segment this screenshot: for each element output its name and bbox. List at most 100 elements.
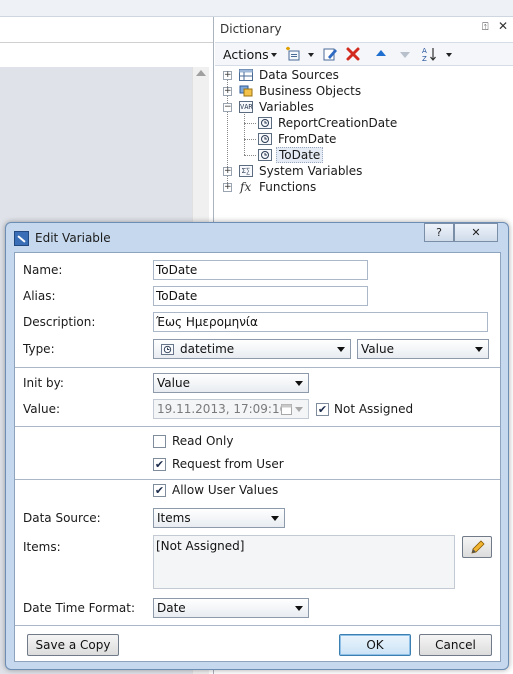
dialog-close-button[interactable]: ✕: [454, 223, 498, 242]
chevron-down-icon: [295, 606, 303, 611]
items-label: Items:: [23, 540, 61, 554]
data-source-label: Data Source:: [23, 511, 101, 525]
type-kind-select[interactable]: Value: [357, 339, 489, 359]
scroll-up-arrow-icon[interactable]: [196, 70, 206, 76]
move-up-icon[interactable]: [373, 46, 389, 62]
type-kind-value: Value: [361, 342, 394, 356]
dialog-app-icon: [14, 231, 29, 246]
date-time-format-select[interactable]: Date: [153, 598, 309, 618]
chevron-down-icon: [271, 516, 279, 521]
sort-icon[interactable]: A Z: [421, 46, 437, 62]
sort-dropdown-icon[interactable]: [446, 53, 452, 57]
business-objects-icon: [239, 85, 253, 97]
chevron-down-icon: [295, 407, 303, 412]
description-label: Description:: [23, 315, 96, 329]
save-a-copy-button[interactable]: Save a Copy: [27, 634, 119, 656]
separator: [15, 367, 500, 368]
dialog-title: Edit Variable: [35, 231, 111, 245]
delete-icon[interactable]: [345, 46, 361, 62]
type-select[interactable]: datetime: [153, 339, 351, 359]
tree-item-label: ToDate: [276, 147, 324, 163]
type-label: Type:: [23, 342, 55, 356]
date-time-format-value: Date: [157, 601, 186, 615]
tree-item-label: Data Sources: [259, 68, 339, 82]
functions-icon: fx: [240, 180, 252, 194]
read-only-label: Read Only: [172, 434, 234, 448]
edit-icon[interactable]: [322, 46, 338, 62]
not-assigned-label: Not Assigned: [334, 402, 414, 416]
close-icon[interactable]: ✕: [498, 19, 508, 33]
top-strip: [0, 0, 513, 17]
data-source-select[interactable]: Items: [153, 508, 285, 528]
svg-text:Z: Z: [422, 55, 427, 62]
chevron-down-icon: [295, 381, 303, 386]
chevron-down-icon: [475, 347, 483, 352]
init-by-label: Init by:: [23, 376, 64, 390]
expand-icon[interactable]: +: [223, 183, 232, 192]
read-only-checkbox[interactable]: [153, 435, 166, 448]
dialog-titlebar[interactable]: Edit Variable ? ✕: [6, 223, 508, 251]
tree-line: [244, 123, 256, 124]
separator: [15, 625, 500, 626]
tree-line: [244, 139, 256, 140]
init-by-select[interactable]: Value: [153, 373, 309, 393]
chevron-down-icon: [337, 347, 345, 352]
type-select-value: datetime: [180, 342, 235, 356]
value-datetime-value: 19.11.2013, 17:09:16: [157, 402, 288, 416]
cancel-button[interactable]: Cancel: [419, 634, 492, 656]
tree-line: [244, 111, 245, 155]
value-datetime-picker[interactable]: 19.11.2013, 17:09:16: [153, 399, 309, 419]
data-source-value: Items: [157, 511, 191, 525]
variable-clock-icon: [258, 133, 272, 145]
alias-input[interactable]: ToDate: [153, 286, 368, 306]
value-label: Value:: [23, 402, 60, 416]
edit-items-button[interactable]: [462, 536, 492, 558]
svg-text:A: A: [422, 47, 427, 55]
designer-header: [0, 17, 213, 43]
new-item-icon[interactable]: [285, 46, 301, 62]
calendar-icon: [281, 404, 292, 415]
expand-icon[interactable]: +: [223, 71, 232, 80]
actions-menu[interactable]: Actions: [223, 47, 269, 62]
init-by-value: Value: [157, 376, 190, 390]
datasource-icon: [239, 69, 253, 81]
date-time-format-label: Date Time Format:: [23, 601, 136, 615]
name-input[interactable]: ToDate: [153, 260, 368, 280]
description-input[interactable]: Έως Ημερομηνία: [153, 312, 488, 332]
actions-dropdown-icon[interactable]: [271, 53, 277, 57]
request-from-user-checkbox[interactable]: ✔: [153, 458, 166, 471]
tree-item-label: FromDate: [278, 132, 337, 146]
separator: [15, 479, 500, 480]
separator: [15, 426, 500, 427]
expand-icon[interactable]: +: [223, 167, 232, 176]
pencil-icon: [471, 540, 485, 554]
tree-item-label: System Variables: [259, 164, 363, 178]
help-button[interactable]: ?: [424, 223, 454, 242]
collapse-icon[interactable]: −: [223, 103, 232, 112]
pin-icon[interactable]: ⍐: [482, 20, 489, 34]
tree-item-label: Business Objects: [259, 84, 362, 98]
allow-user-values-label: Allow User Values: [172, 483, 279, 497]
tree-item-label: ReportCreationDate: [278, 116, 398, 130]
request-from-user-label: Request from User: [172, 457, 284, 471]
ok-button[interactable]: OK: [339, 634, 411, 656]
dictionary-title: Dictionary: [220, 22, 282, 36]
variable-clock-icon: [258, 117, 272, 129]
variables-icon: VAR: [239, 101, 253, 113]
system-variables-icon: Σ∑: [239, 165, 253, 177]
move-down-icon[interactable]: [397, 46, 413, 62]
tree-item-label: Variables: [259, 100, 314, 114]
allow-user-values-checkbox[interactable]: ✔: [153, 484, 166, 497]
edit-variable-dialog: Edit Variable ? ✕ Name: ToDate Alias: To…: [5, 222, 509, 670]
alias-label: Alias:: [23, 289, 56, 303]
name-label: Name:: [23, 263, 63, 277]
datetime-type-icon: [161, 344, 174, 355]
expand-icon[interactable]: +: [223, 87, 232, 96]
items-box[interactable]: [Not Assigned]: [153, 535, 455, 589]
not-assigned-checkbox[interactable]: ✔: [316, 403, 329, 416]
tree-line: [244, 155, 256, 156]
new-item-dropdown-icon[interactable]: [308, 53, 314, 57]
dictionary-toolbar: Actions A Z: [215, 42, 513, 66]
tree-item-label: Functions: [259, 180, 317, 194]
variable-clock-icon: [258, 149, 272, 161]
